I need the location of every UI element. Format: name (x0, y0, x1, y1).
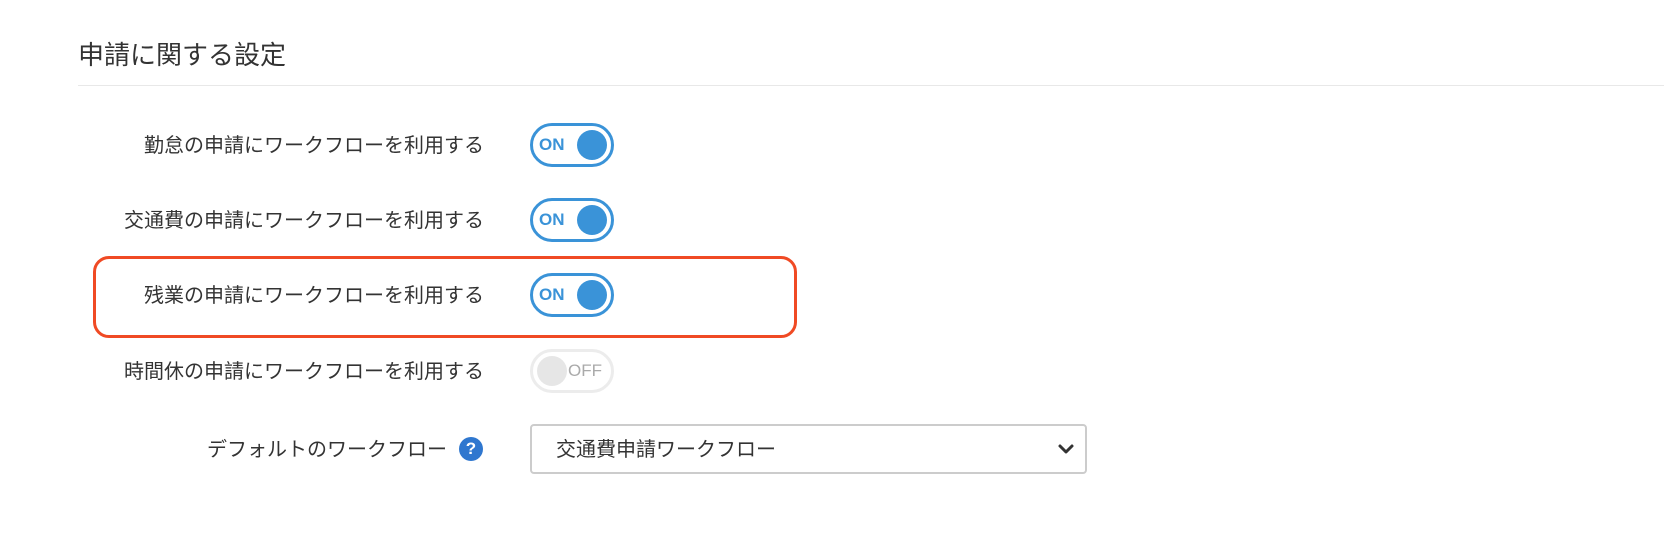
toggle-state-text: OFF (568, 361, 602, 380)
toggle-state-text: ON (539, 285, 565, 304)
default-workflow-label: デフォルトのワークフロー (207, 437, 447, 461)
setting-label-overtime-workflow: 残業の申請にワークフローを利用する (144, 283, 484, 307)
toggle-knob (577, 205, 607, 235)
chevron-down-icon (1058, 444, 1074, 454)
setting-row-attendance-workflow: 勤怠の申請にワークフローを利用する ON (0, 120, 1200, 170)
toggle-knob (537, 356, 567, 386)
toggle-knob (577, 130, 607, 160)
toggle-knob (577, 280, 607, 310)
default-workflow-row: デフォルトのワークフロー ? 交通費申請ワークフロー (0, 424, 1200, 474)
toggle-attendance-workflow[interactable]: ON (530, 123, 614, 167)
default-workflow-selected-value: 交通費申請ワークフロー (556, 437, 776, 461)
toggle-overtime-workflow[interactable]: ON (530, 273, 614, 317)
setting-label-hourly-leave-workflow: 時間休の申請にワークフローを利用する (124, 359, 484, 383)
toggle-hourly-leave-workflow[interactable]: OFF (530, 349, 614, 393)
toggle-state-text: ON (539, 210, 565, 229)
setting-label-transport-workflow: 交通費の申請にワークフローを利用する (124, 208, 484, 232)
toggle-transport-workflow[interactable]: ON (530, 198, 614, 242)
default-workflow-select[interactable]: 交通費申請ワークフロー (530, 424, 1087, 474)
setting-row-transport-workflow: 交通費の申請にワークフローを利用する ON (0, 195, 1200, 245)
question-circle-icon[interactable]: ? (459, 437, 483, 461)
setting-row-overtime-workflow: 残業の申請にワークフローを利用する ON (0, 270, 1200, 320)
toggle-state-text: ON (539, 135, 565, 154)
section-title: 申請に関する設定 (78, 41, 287, 71)
setting-row-hourly-leave-workflow: 時間休の申請にワークフローを利用する OFF (0, 346, 1200, 396)
setting-label-attendance-workflow: 勤怠の申請にワークフローを利用する (144, 133, 484, 157)
section-divider (78, 85, 1664, 86)
